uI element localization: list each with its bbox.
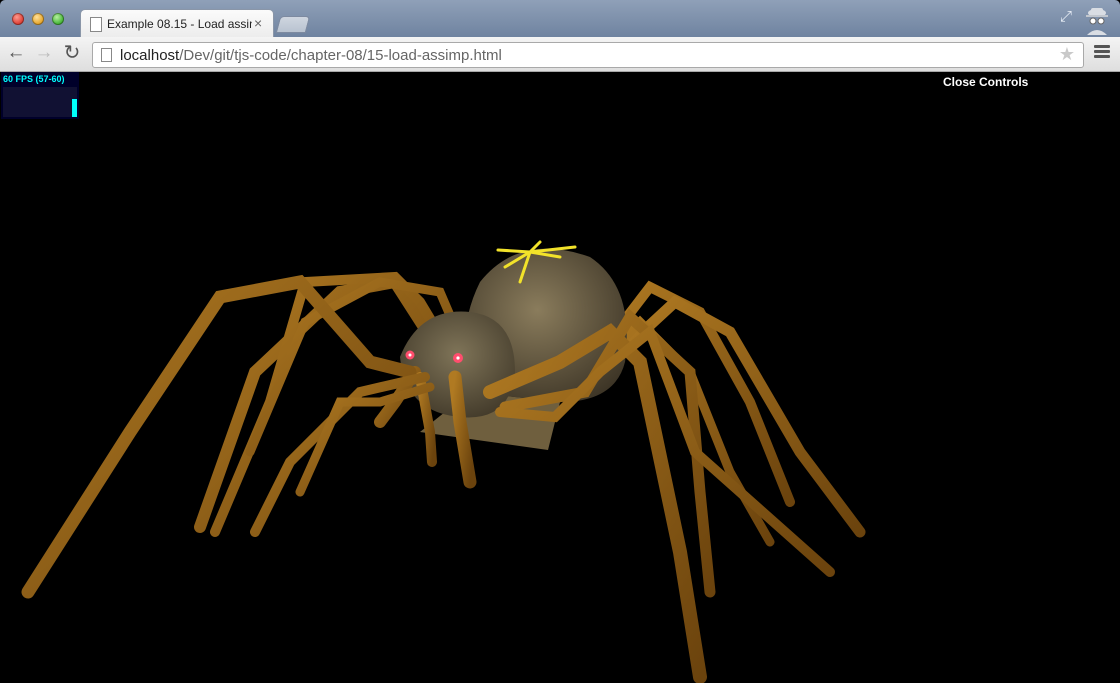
fullscreen-icon[interactable]: ⤢: [1060, 9, 1076, 25]
new-tab-button[interactable]: [275, 16, 311, 33]
spider-model: [21, 240, 866, 683]
tab-close-icon[interactable]: ×: [254, 15, 262, 31]
window-minimize-button[interactable]: [32, 13, 44, 25]
window-titlebar: Example 08.15 - Load assimp model × ⤢: [0, 0, 1120, 38]
fps-graph: [3, 87, 77, 117]
window-zoom-button[interactable]: [52, 13, 64, 25]
address-bar[interactable]: localhost/Dev/git/tjs-code/chapter-08/15…: [92, 42, 1084, 68]
tab-title: Example 08.15 - Load assimp model: [107, 17, 252, 31]
star-icon[interactable]: ★: [1059, 44, 1075, 65]
webgl-viewport[interactable]: 60 FPS (57-60) Close Controls: [0, 72, 1120, 683]
fps-stats-label: 60 FPS (57-60): [3, 74, 65, 84]
url-host: localhost: [120, 47, 180, 64]
incognito-icon: [1086, 8, 1108, 35]
page-icon: [90, 17, 102, 32]
fps-graph-bar: [72, 99, 77, 117]
page-icon: [101, 48, 112, 62]
back-button[interactable]: ←: [6, 43, 26, 63]
url-text[interactable]: localhost/Dev/git/tjs-code/chapter-08/15…: [120, 47, 502, 64]
url-path: /Dev/git/tjs-code/chapter-08/15-load-ass…: [179, 47, 502, 64]
browser-toolbar: ← → ↻ localhost/Dev/git/tjs-code/chapter…: [0, 37, 1120, 72]
reload-button[interactable]: ↻: [62, 43, 82, 63]
window-close-button[interactable]: [12, 13, 24, 25]
menu-icon[interactable]: [1094, 45, 1110, 61]
close-controls-button[interactable]: Close Controls: [943, 75, 1028, 89]
browser-tab-active[interactable]: Example 08.15 - Load assimp model ×: [80, 9, 274, 38]
forward-button[interactable]: →: [34, 43, 54, 63]
fps-stats-panel[interactable]: 60 FPS (57-60): [1, 72, 79, 119]
